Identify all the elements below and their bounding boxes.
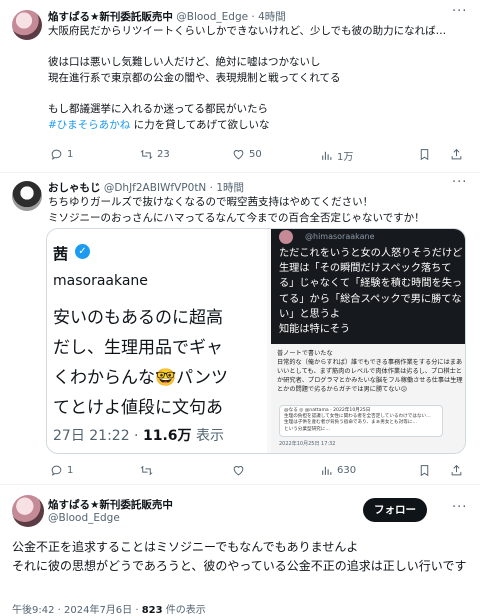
share-icon <box>451 148 462 160</box>
heart-icon <box>233 466 244 476</box>
avatar[interactable] <box>12 10 42 40</box>
tweet-actions: 1 630 <box>48 464 468 480</box>
screenshot-views: 11.6万 <box>142 428 192 444</box>
tweet-media[interactable]: 茜 ✓ masoraakane 安いのもあるのに超高 だし、生理用品でギャ くわ… <box>46 228 466 454</box>
media-image-left[interactable]: 茜 ✓ masoraakane 安いのもあるのに超高 だし、生理用品でギャ くわ… <box>47 229 267 453</box>
reply-button[interactable]: 1 <box>50 464 73 477</box>
reply-count: 1 <box>67 465 74 476</box>
views-label: 件の表示 <box>162 605 206 616</box>
avatar[interactable] <box>12 495 44 527</box>
screenshot-views-suffix: 表示 <box>191 428 224 444</box>
retweet-icon <box>140 149 153 160</box>
tweet-time[interactable]: 4時間 <box>258 11 286 23</box>
tweet-text: 大阪府民だからリツイートくらいしかできないけれど、少しでも彼の助力になれば… 彼… <box>48 24 468 133</box>
tweet-1[interactable]: 焔すぱる★新刊委託販売中 @Blood_Edge · 4時間 ··· 大阪府民だ… <box>0 0 480 174</box>
more-options-icon[interactable]: ··· <box>452 500 467 515</box>
reply-icon <box>51 465 62 476</box>
share-button[interactable] <box>450 148 463 161</box>
tweet-header: 焔すぱる★新刊委託販売中 @Blood_Edge · 4時間 <box>48 9 286 24</box>
hashtag-link[interactable]: #ひまそらあかね <box>48 119 130 131</box>
avatar <box>279 230 293 244</box>
views-button[interactable]: 630 <box>320 464 356 477</box>
screenshot-note: 普ノートで書いたな 日常的な（俺からすれば）誰でもできる事務作業をする分にはまあ… <box>277 350 463 393</box>
avatar[interactable] <box>12 181 42 211</box>
author-handle[interactable]: @Blood_Edge <box>48 512 120 524</box>
screenshot-quote: @なる ◎ @nattama · 2022年10月25日 生理の負担を認識して女… <box>279 405 443 437</box>
like-button[interactable]: 50 <box>232 148 262 161</box>
separator-dot: · <box>251 11 255 23</box>
screenshot-line: だし、生理用品でギャ <box>53 338 223 358</box>
bookmark-icon <box>420 149 429 161</box>
tweet-footer: 午後9:42 · 2024年7月6日 · 823 件の表示 <box>12 601 206 616</box>
views-count: 630 <box>337 465 357 476</box>
screenshot-handle: masoraakane <box>53 273 148 289</box>
tweet-time[interactable]: 1時間 <box>216 182 244 194</box>
tweet-text: 公金不正を追求することはミソジニーでもなんでもありませんよ それに彼の思想がどう… <box>12 540 467 573</box>
views-icon <box>322 466 332 475</box>
follow-button[interactable]: フォロー <box>363 498 427 522</box>
separator-dot: · <box>209 182 213 194</box>
tweet-text-tail: に力を貸してあげて欲しいな <box>130 118 270 131</box>
views-button[interactable]: 1万 <box>320 148 353 163</box>
author-handle[interactable]: @DhJf2ABIWfVP0tN <box>104 182 206 194</box>
like-button[interactable] <box>232 464 245 477</box>
heart-icon <box>233 150 244 160</box>
views-count: 1万 <box>337 152 354 163</box>
share-icon <box>451 464 462 476</box>
share-button[interactable] <box>450 464 463 477</box>
verified-icon: ✓ <box>75 244 90 259</box>
tweet-actions: 1 23 50 1万 <box>48 148 468 164</box>
screenshot-text: ただこれをいうと女の人怒りそうだけど 生理は「その瞬間だけスペック落ちてる」じゃ… <box>279 248 463 336</box>
screenshot-user: @himasoraakane <box>305 232 375 241</box>
screenshot-line: てとけよ値段に文句あ <box>53 398 223 418</box>
views-icon <box>322 151 332 160</box>
dark-screenshot: @himasoraakane ただこれをいうと女の人怒りそうだけど 生理は「その… <box>271 229 465 344</box>
bookmark-button[interactable] <box>418 148 431 161</box>
like-count: 50 <box>249 149 262 160</box>
screenshot-line: くわからんな🤓パンツ <box>53 368 229 388</box>
more-options-icon[interactable]: ··· <box>452 4 467 19</box>
more-options-icon[interactable]: ··· <box>452 175 467 190</box>
retweet-count: 23 <box>157 149 170 160</box>
reply-button[interactable]: 1 <box>50 148 73 161</box>
retweet-button[interactable] <box>140 464 153 477</box>
tweet-date[interactable]: 午後9:42 · 2024年7月6日 · <box>12 605 142 616</box>
screenshot-name: 茜 <box>53 245 69 263</box>
reply-count: 1 <box>67 149 74 160</box>
screenshot-meta: 27日 21:22 · 11.6万 表示 <box>53 425 224 445</box>
retweet-button[interactable]: 23 <box>140 148 170 161</box>
media-image-right[interactable]: @himasoraakane ただこれをいうと女の人怒りそうだけど 生理は「その… <box>271 229 465 453</box>
tweet-header: おしゃもじ @DhJf2ABIWfVP0tN · 1時間 <box>48 180 244 195</box>
views-count: 823 <box>141 605 163 616</box>
retweet-icon <box>140 465 153 476</box>
bookmark-button[interactable] <box>418 464 431 477</box>
tweet-text-main: 大阪府民だからリツイートくらいしかできないけれど、少しでも彼の助力になれば… 彼… <box>48 25 447 115</box>
screenshot-date: 2022年10月25日 17:32 <box>279 441 336 447</box>
author-handle[interactable]: @Blood_Edge <box>176 11 248 23</box>
reply-icon <box>51 149 62 160</box>
author-name[interactable]: 焔すぱる★新刊委託販売中 <box>48 497 173 512</box>
tweet-text: ちちゆりガールズで抜けなくなるので暇空茜支持はやめてください！ ミソジニーのおっ… <box>48 196 425 224</box>
author-name[interactable]: 焔すぱる★新刊委託販売中 <box>48 11 173 23</box>
screenshot-date: 27日 21:22 · <box>53 428 143 444</box>
screenshot-line: 安いのもあるのに超高 <box>53 308 223 328</box>
bookmark-icon <box>420 465 429 477</box>
author-name[interactable]: おしゃもじ <box>48 182 101 194</box>
